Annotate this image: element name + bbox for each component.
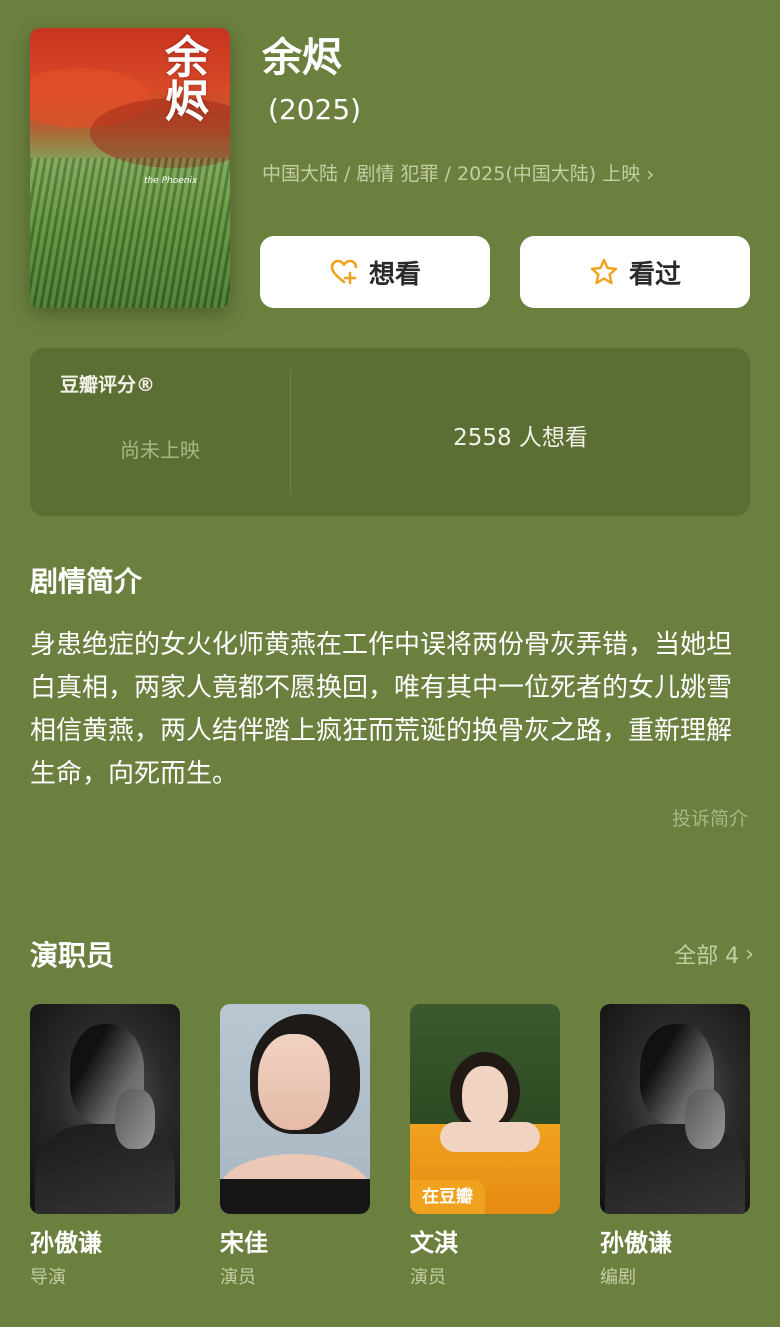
chevron-right-icon: ›: [646, 162, 655, 186]
want-count: 2558 人想看: [453, 425, 588, 451]
rating-status: 尚未上映: [120, 438, 200, 462]
cast-member[interactable]: 孙傲谦 导演: [30, 1004, 180, 1290]
poster-title: 余烬: [157, 34, 208, 122]
rating-panel[interactable]: 豆瓣评分® 尚未上映 2558 人想看: [30, 348, 750, 516]
star-icon: [590, 258, 618, 285]
on-douban-badge: 在豆瓣: [410, 1180, 485, 1214]
cast-photo: 在豆瓣: [410, 1004, 560, 1214]
cast-role: 编剧: [600, 1267, 636, 1288]
poster-grass: [30, 158, 230, 308]
cast-name: 文淇: [410, 1229, 458, 1257]
cast-name: 孙傲谦: [600, 1229, 672, 1257]
cast-role: 演员: [220, 1267, 256, 1288]
cast-photo: [30, 1004, 180, 1214]
cast-role: 导演: [30, 1267, 66, 1288]
movie-meta[interactable]: 中国大陆 / 剧情 犯罪 / 2025(中国大陆) 上映 ›: [262, 160, 654, 188]
poster-subtitle: the Phoenix: [144, 176, 198, 186]
cast-all-link[interactable]: 全部 4 ›: [674, 938, 754, 970]
synopsis-text: 身患绝症的女火化师黄燕在工作中误将两份骨灰弄错，当她坦白真相，两家人竟都不愿换回…: [30, 630, 733, 789]
chevron-right-icon: ›: [745, 941, 754, 967]
cast-photo: [600, 1004, 750, 1214]
movie-title: 余烬: [262, 35, 342, 81]
cast-member[interactable]: 在豆瓣 文淇 演员: [410, 1004, 560, 1290]
want-to-watch-button[interactable]: 想看: [260, 236, 490, 308]
want-to-watch-label: 想看: [368, 259, 421, 290]
report-synopsis-link[interactable]: 投诉简介: [672, 804, 748, 831]
movie-year: (2025): [268, 93, 362, 126]
watched-button[interactable]: 看过: [520, 236, 750, 308]
cast-photo: [220, 1004, 370, 1214]
cast-member[interactable]: 孙傲谦 编剧: [600, 1004, 750, 1290]
cast-role: 演员: [410, 1267, 446, 1288]
heart-plus-icon: [330, 259, 358, 285]
movie-meta-text: 中国大陆 / 剧情 犯罪 / 2025(中国大陆) 上映: [262, 163, 641, 185]
cast-name: 宋佳: [220, 1229, 268, 1257]
synopsis-heading: 剧情简介: [30, 565, 143, 598]
cast-heading: 演职员: [30, 939, 115, 972]
rating-title: 豆瓣评分®: [60, 374, 156, 396]
cast-member[interactable]: 宋佳 演员: [220, 1004, 370, 1290]
cast-all-label: 全部 4: [674, 944, 740, 969]
cast-name: 孙傲谦: [30, 1229, 102, 1257]
watched-label: 看过: [628, 259, 681, 290]
movie-poster[interactable]: 余烬 the Phoenix: [30, 28, 230, 308]
